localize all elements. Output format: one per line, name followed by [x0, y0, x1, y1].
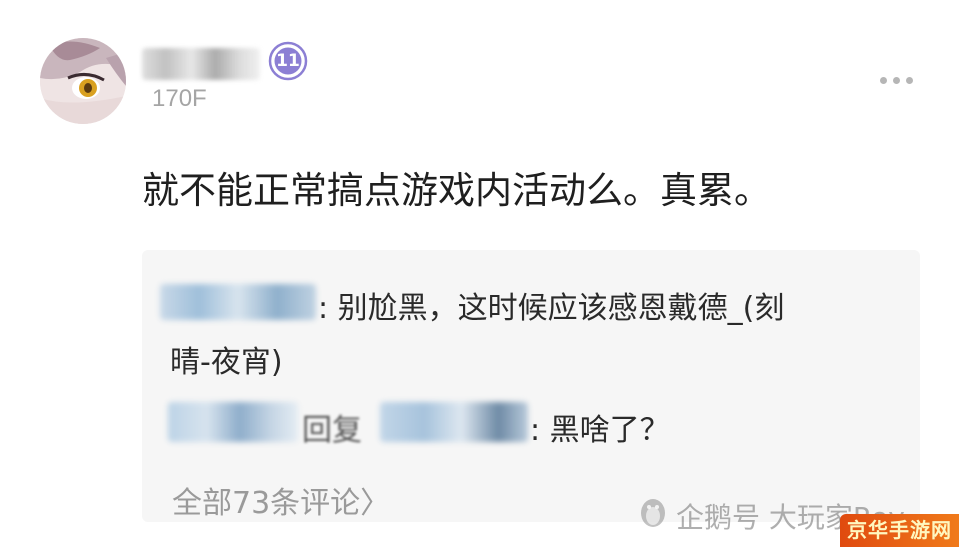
reply-target-name-redacted[interactable] — [380, 402, 528, 442]
level-badge: 11 — [268, 41, 308, 81]
more-dot-icon — [893, 76, 900, 84]
more-dot-icon — [906, 76, 913, 84]
reply-verb: 回复 — [302, 413, 362, 448]
avatar[interactable] — [40, 38, 126, 124]
penguin-icon — [641, 499, 665, 527]
more-options-button[interactable] — [880, 72, 920, 88]
floor-number: 170F — [152, 85, 207, 112]
site-badge: 京华手游网 — [840, 514, 959, 547]
view-all-comments-link[interactable]: 全部73条评论〉 — [172, 478, 390, 522]
level-number: 11 — [276, 51, 300, 71]
reply-text: : 黑啥了？ — [530, 413, 670, 448]
username-redacted[interactable] — [142, 48, 260, 80]
avatar-illustration — [40, 38, 126, 124]
post-content: 就不能正常搞点游戏内活动么。真累。 — [142, 169, 771, 212]
comment-text-continued: 晴-夜宵) — [170, 345, 283, 380]
more-dot-icon — [880, 76, 887, 84]
replier-name-redacted[interactable] — [168, 402, 298, 442]
site-badge-text: 京华手游网 — [847, 518, 952, 542]
commenter-name-redacted[interactable] — [160, 284, 316, 320]
comment-text: : 别尬黑，这时候应该感恩戴德_(刻 — [318, 291, 785, 326]
